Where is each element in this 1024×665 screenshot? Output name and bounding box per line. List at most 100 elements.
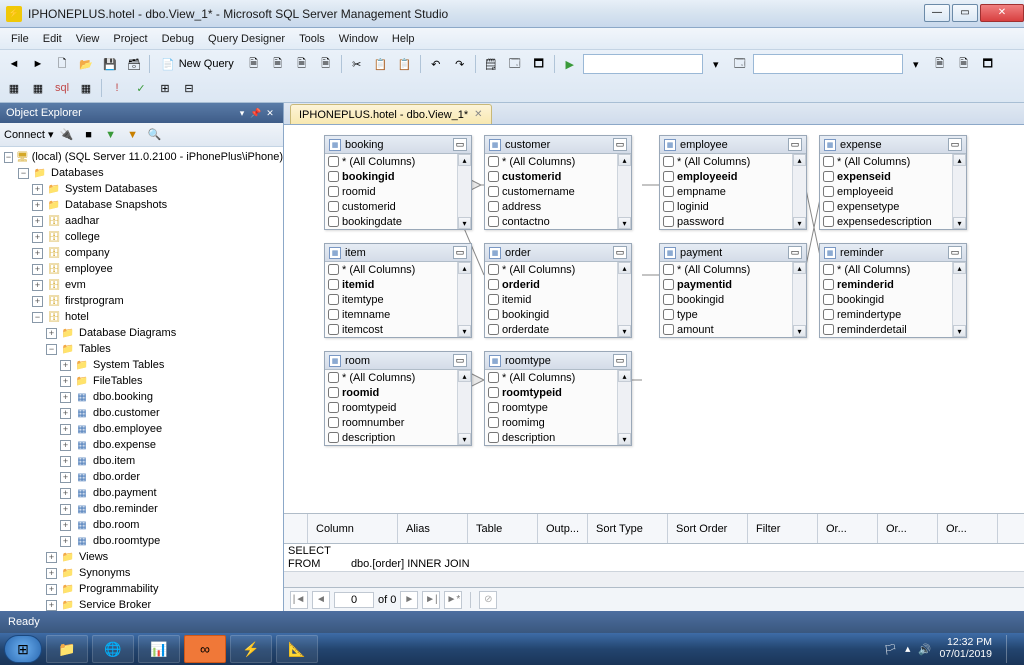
- taskbar-explorer[interactable]: 📁: [46, 635, 88, 663]
- table-menu-button[interactable]: ▭: [948, 138, 962, 151]
- connect-icon-1[interactable]: 🔌: [58, 126, 76, 144]
- grid-header[interactable]: Column: [308, 514, 398, 543]
- nav-new-button[interactable]: ►*: [444, 591, 462, 609]
- col-checkbox[interactable]: [663, 201, 674, 212]
- table-col[interactable]: itemid: [325, 277, 457, 292]
- table-col[interactable]: loginid: [660, 199, 792, 214]
- maximize-button[interactable]: ▭: [952, 4, 978, 22]
- col-checkbox[interactable]: [488, 171, 499, 182]
- tree-synonyms[interactable]: +📁Synonyms: [0, 565, 283, 581]
- tb2-icon-3[interactable]: sql: [51, 77, 73, 99]
- grid-header[interactable]: [284, 514, 308, 543]
- col-checkbox[interactable]: [488, 309, 499, 320]
- table-menu-button[interactable]: ▭: [453, 246, 467, 259]
- tb2-icon-4[interactable]: ▦: [75, 77, 97, 99]
- tab-close-icon[interactable]: ✕: [474, 109, 482, 120]
- table-col[interactable]: * (All Columns): [325, 262, 457, 277]
- table-col[interactable]: * (All Columns): [485, 154, 617, 169]
- tree-db-evm[interactable]: +🗄evm: [0, 277, 283, 293]
- grid-header[interactable]: Filter: [748, 514, 818, 543]
- col-checkbox[interactable]: [328, 216, 339, 227]
- tree-systables[interactable]: +📁System Tables: [0, 357, 283, 373]
- tree-dbo-payment[interactable]: +▦dbo.payment: [0, 485, 283, 501]
- tb-icon-1[interactable]: 🗎: [243, 53, 265, 75]
- tree-dbo-booking[interactable]: +▦dbo.booking: [0, 389, 283, 405]
- menu-file[interactable]: File: [4, 31, 36, 47]
- table-header[interactable]: ▦ room ▭: [325, 352, 471, 370]
- tray-flag-icon[interactable]: 🏳: [884, 643, 897, 656]
- system-tray[interactable]: 🏳 ▴ 🔊 12:32 PM 07/01/2019: [884, 635, 1020, 663]
- col-checkbox[interactable]: [328, 294, 339, 305]
- table-col[interactable]: * (All Columns): [820, 154, 952, 169]
- tb2-icon-1[interactable]: ▦: [3, 77, 25, 99]
- nav-last-button[interactable]: ►|: [422, 591, 440, 609]
- grid-header[interactable]: Sort Type: [588, 514, 668, 543]
- tree-db-employee[interactable]: +🗄employee: [0, 261, 283, 277]
- minimize-button[interactable]: —: [924, 4, 950, 22]
- table-col[interactable]: expensedescription: [820, 214, 952, 229]
- taskbar-chrome[interactable]: 🌐: [92, 635, 134, 663]
- tray-volume-icon[interactable]: 🔊: [918, 643, 931, 656]
- grid-header[interactable]: Sort Order: [668, 514, 748, 543]
- table-menu-button[interactable]: ▭: [788, 246, 802, 259]
- tree-snapshots[interactable]: +📁Database Snapshots: [0, 197, 283, 213]
- table-col[interactable]: * (All Columns): [660, 262, 792, 277]
- table-col[interactable]: roomnumber: [325, 415, 457, 430]
- table-col[interactable]: address: [485, 199, 617, 214]
- copy-button[interactable]: 📋: [370, 53, 392, 75]
- table-col[interactable]: * (All Columns): [660, 154, 792, 169]
- table-header[interactable]: ▦ order ▭: [485, 244, 631, 262]
- table-col[interactable]: remindertype: [820, 307, 952, 322]
- table-menu-button[interactable]: ▭: [613, 354, 627, 367]
- col-checkbox[interactable]: [663, 309, 674, 320]
- table-col[interactable]: * (All Columns): [485, 370, 617, 385]
- table-col[interactable]: contactno: [485, 214, 617, 229]
- col-checkbox[interactable]: [663, 264, 674, 275]
- col-checkbox[interactable]: [488, 156, 499, 167]
- tb2-icon-7[interactable]: ⊞: [154, 77, 176, 99]
- connect-button[interactable]: Connect ▾: [4, 128, 54, 141]
- table-scrollbar[interactable]: ▴▾: [457, 262, 471, 337]
- connect-icon-3[interactable]: ▼: [102, 126, 120, 144]
- table-col[interactable]: * (All Columns): [485, 262, 617, 277]
- nav-next-button[interactable]: ►: [400, 591, 418, 609]
- table-col[interactable]: expensetype: [820, 199, 952, 214]
- grid-header[interactable]: Alias: [398, 514, 468, 543]
- menu-view[interactable]: View: [69, 31, 107, 47]
- tree-db-aadhar[interactable]: +🗄aadhar: [0, 213, 283, 229]
- table-header[interactable]: ▦ expense ▭: [820, 136, 966, 154]
- col-checkbox[interactable]: [328, 186, 339, 197]
- col-checkbox[interactable]: [328, 156, 339, 167]
- horizontal-scrollbar[interactable]: [284, 571, 1024, 587]
- col-checkbox[interactable]: [663, 186, 674, 197]
- tree-db-company[interactable]: +🗄company: [0, 245, 283, 261]
- start-button[interactable]: ⊞: [4, 635, 42, 663]
- table-header[interactable]: ▦ employee ▭: [660, 136, 806, 154]
- col-checkbox[interactable]: [663, 156, 674, 167]
- search-combo[interactable]: [753, 54, 903, 74]
- col-checkbox[interactable]: [488, 387, 499, 398]
- table-col[interactable]: reminderid: [820, 277, 952, 292]
- combo-arrow-2[interactable]: ▾: [905, 53, 927, 75]
- tree-sysdb[interactable]: +📁System Databases: [0, 181, 283, 197]
- col-checkbox[interactable]: [823, 294, 834, 305]
- col-checkbox[interactable]: [663, 279, 674, 290]
- table-header[interactable]: ▦ customer ▭: [485, 136, 631, 154]
- connect-icon-5[interactable]: 🔍: [146, 126, 164, 144]
- col-checkbox[interactable]: [488, 372, 499, 383]
- table-col[interactable]: employeeid: [820, 184, 952, 199]
- tree-db-firstprogram[interactable]: +🗄firstprogram: [0, 293, 283, 309]
- database-combo[interactable]: [583, 54, 703, 74]
- table-col[interactable]: paymentid: [660, 277, 792, 292]
- tree-dbo-room[interactable]: +▦dbo.room: [0, 517, 283, 533]
- taskbar-ssms[interactable]: ⚡: [230, 635, 272, 663]
- table-box-reminder[interactable]: ▦ reminder ▭ * (All Columns)reminderidbo…: [819, 243, 967, 338]
- table-col[interactable]: bookingid: [820, 292, 952, 307]
- col-checkbox[interactable]: [328, 432, 339, 443]
- table-col[interactable]: description: [485, 430, 617, 445]
- tb-icon-3[interactable]: 🗎: [291, 53, 313, 75]
- col-checkbox[interactable]: [488, 417, 499, 428]
- panel-dropdown-icon[interactable]: ▾: [235, 108, 249, 119]
- table-col[interactable]: roomtypeid: [325, 400, 457, 415]
- table-box-roomtype[interactable]: ▦ roomtype ▭ * (All Columns)roomtypeidro…: [484, 351, 632, 446]
